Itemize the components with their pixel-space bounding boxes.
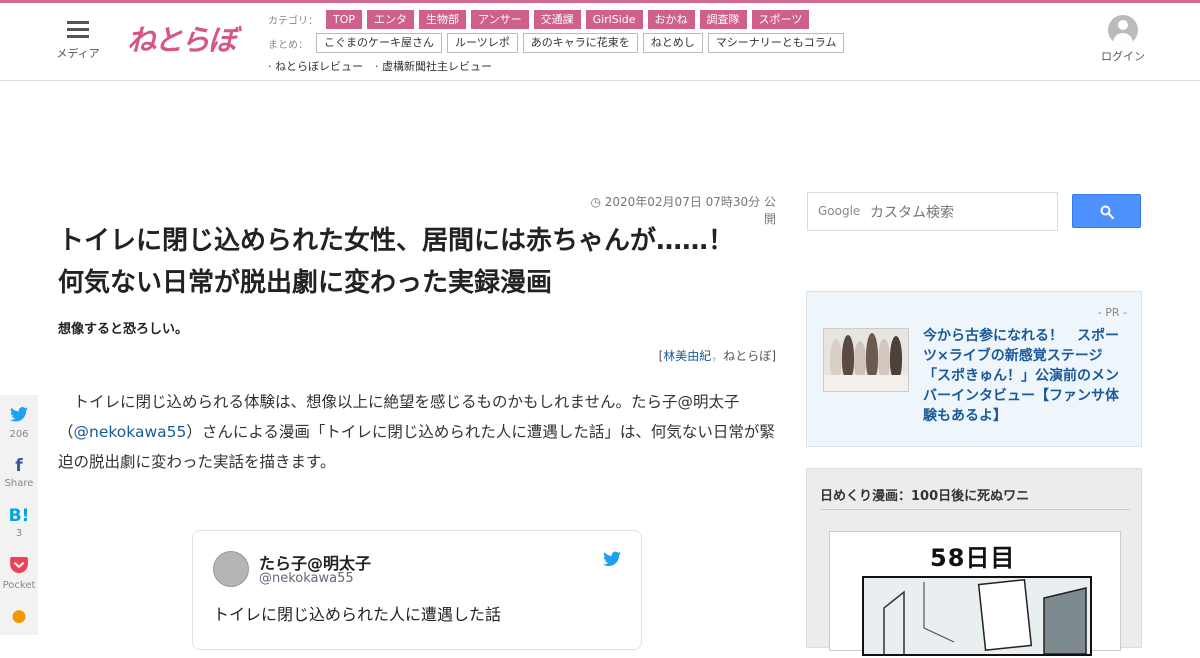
- article-title: トイレに閉じ込められた女性、居間には赤ちゃんが……！ 何気ない日常が脱出劇に変わ…: [58, 226, 761, 298]
- review-link[interactable]: · 虚構新聞社主レビュー: [375, 58, 492, 74]
- review-link[interactable]: · ねとらぼレビュー: [268, 58, 363, 74]
- share-bar: 206 f Share B! 3 Pocket ●: [0, 395, 38, 635]
- author-link[interactable]: 林美由紀: [663, 349, 711, 363]
- facebook-icon: f: [15, 456, 23, 476]
- manga-panel-image[interactable]: 58日目: [829, 531, 1121, 656]
- summary-label: まとめ：: [268, 39, 308, 51]
- review-links: · ねとらぼレビュー · 虚構新聞社主レビュー: [268, 58, 504, 74]
- clock-icon: ◷: [590, 195, 601, 209]
- twitter-share-count: 206: [9, 429, 29, 440]
- article-subtitle: 想像すると恐ろしい。: [58, 322, 189, 337]
- search-icon: [1100, 205, 1114, 219]
- summary-tag[interactable]: ルーツレポ: [447, 33, 518, 53]
- embedded-tweet[interactable]: たら子@明太子 @nekokawa55 トイレに閉じ込められた人に遭遇した話: [192, 530, 642, 650]
- summary-tag[interactable]: こぐまのケーキ屋さん: [316, 33, 442, 53]
- summary-tag[interactable]: マシーナリーともコラム: [707, 33, 845, 53]
- hatena-share-button[interactable]: B! 3: [0, 495, 38, 545]
- login-label: ログイン: [1101, 50, 1145, 63]
- search-button[interactable]: [1072, 194, 1141, 228]
- site-header: メディア ねとらぼ カテゴリ： TOP エンタ 生物部 アンサー 交通課 Gir…: [0, 3, 1200, 81]
- pr-headline-link[interactable]: 今から古参になれる！ スポーツ×ライブの新感覚ステージ「スポきゅん！」公演前のメ…: [923, 326, 1129, 426]
- category-seibutsubu[interactable]: 生物部: [419, 10, 467, 29]
- pocket-share-count: Pocket: [2, 580, 36, 591]
- pocket-icon: [0, 557, 38, 577]
- category-chosatai[interactable]: 調査隊: [699, 10, 747, 29]
- category-okane[interactable]: おかね: [647, 10, 695, 29]
- category-label: カテゴリ：: [268, 16, 318, 27]
- login-button[interactable]: ログイン: [1100, 15, 1146, 64]
- twitter-share-button[interactable]: 206: [0, 395, 38, 445]
- summary-nav: まとめ： こぐまのケーキ屋さん ルーツレポ あのキャラに花束を ねとめし マシー…: [268, 33, 849, 53]
- twitter-bird-icon[interactable]: [603, 551, 621, 567]
- custom-search-box: Google: [807, 192, 1058, 231]
- manga-frame: [862, 576, 1092, 656]
- twitter-icon: [0, 407, 38, 426]
- google-brand-label: Google: [818, 204, 861, 218]
- pocket-share-button[interactable]: Pocket: [0, 545, 38, 595]
- facebook-share-button[interactable]: f Share: [0, 445, 38, 495]
- tweet-text: トイレに閉じ込められた人に遭遇した話: [213, 605, 502, 624]
- category-sports[interactable]: スポーツ: [751, 10, 810, 29]
- category-enta[interactable]: エンタ: [367, 10, 415, 29]
- article-lead: トイレに閉じ込められる体験は、想像以上に絶望を感じるものかもしれません。たら子@…: [58, 387, 778, 477]
- search-input[interactable]: [868, 193, 1056, 230]
- facebook-share-count: Share: [4, 478, 34, 489]
- hatena-icon: B!: [8, 506, 30, 526]
- summary-tag[interactable]: ねとめし: [642, 33, 703, 53]
- pr-ad-box[interactable]: - PR - 今から古参になれる！ スポーツ×ライブの新感覚ステージ「スポきゅん…: [806, 291, 1142, 447]
- manga-drawing: [883, 578, 1087, 655]
- category-top[interactable]: TOP: [326, 10, 363, 29]
- category-answer[interactable]: アンサー: [471, 10, 529, 29]
- daily-manga-box: 日めくり漫画：100日後に死ぬワニ 58日目: [806, 468, 1142, 656]
- author-credit: [林美由紀，ねとらぼ]: [560, 347, 776, 364]
- pr-label: - PR -: [1097, 306, 1127, 319]
- author-separator: ，: [711, 349, 724, 363]
- daily-manga-title[interactable]: 日めくり漫画：100日後に死ぬワニ: [820, 485, 1029, 504]
- media-menu-button[interactable]: メディア: [55, 21, 101, 61]
- tweet-author-handle[interactable]: @nekokawa55: [259, 571, 354, 586]
- line-share-button[interactable]: ●: [0, 595, 38, 645]
- media-menu-label: メディア: [56, 47, 100, 60]
- site-logo[interactable]: ねとらぼ: [127, 17, 239, 63]
- manga-day-label: 58日目: [930, 544, 1016, 572]
- pr-thumbnail-image[interactable]: [823, 328, 909, 392]
- category-nav: カテゴリ： TOP エンタ 生物部 アンサー 交通課 GirlSide おかね …: [268, 10, 814, 29]
- hamburger-icon: [67, 21, 89, 39]
- line-icon: ●: [11, 606, 27, 626]
- user-avatar-icon: [1108, 15, 1138, 45]
- category-kotsuka[interactable]: 交通課: [533, 10, 581, 29]
- hatena-share-count: 3: [15, 528, 23, 539]
- divider: [820, 509, 1130, 510]
- author-site: ねとらぼ: [723, 349, 772, 363]
- author-bracket-close: ]: [771, 349, 776, 363]
- category-girlside[interactable]: GirlSide: [585, 10, 643, 29]
- tweet-avatar[interactable]: [213, 551, 249, 587]
- lead-mention-link[interactable]: @nekokawa55: [74, 423, 187, 441]
- summary-tag[interactable]: あのキャラに花束を: [522, 33, 638, 53]
- logo-text: ねとらぼ: [127, 23, 237, 57]
